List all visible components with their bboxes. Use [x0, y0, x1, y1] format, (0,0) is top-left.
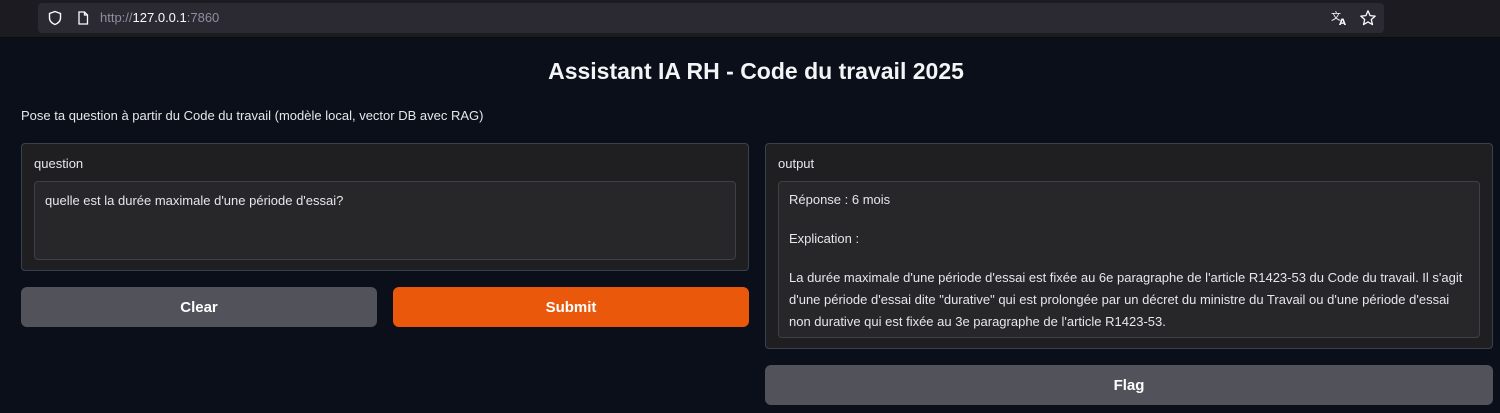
submit-button[interactable]: Submit [393, 287, 749, 327]
translate-icon[interactable]: 文 A [1330, 9, 1348, 27]
url-text: http://127.0.0.1:7860 [100, 10, 219, 25]
page-icon[interactable] [75, 10, 91, 26]
question-block: question quelle est la durée maximale d'… [21, 143, 749, 271]
url-port: :7860 [186, 10, 220, 25]
flag-button[interactable]: Flag [765, 365, 1493, 405]
output-label: output [778, 156, 815, 171]
address-bar[interactable]: http://127.0.0.1:7860 文 A [38, 3, 1384, 33]
app-container: Assistant IA RH - Code du travail 2025 P… [0, 38, 1500, 413]
question-label: question [34, 156, 84, 171]
output-explanation-heading: Explication : [789, 231, 860, 246]
question-input[interactable]: quelle est la durée maximale d'une pério… [34, 181, 736, 260]
star-icon[interactable] [1359, 9, 1377, 27]
svg-text:A: A [1339, 18, 1346, 27]
url-prefix: http:// [100, 10, 133, 25]
url-host: 127.0.0.1 [132, 10, 187, 25]
page-description: Pose ta question à partir du Code du tra… [21, 108, 484, 123]
clear-button[interactable]: Clear [21, 287, 377, 327]
page-title: Assistant IA RH - Code du travail 2025 [548, 58, 964, 84]
output-spacer [789, 211, 1469, 228]
output-block: output Réponse : 6 mois Explication : La… [765, 143, 1493, 349]
browser-toolbar: http://127.0.0.1:7860 文 A [0, 0, 1500, 38]
output-explanation-text: La durée maximale d'une période d'essai … [789, 270, 1463, 329]
output-textbox[interactable]: Réponse : 6 mois Explication : La durée … [778, 181, 1480, 338]
output-spacer [789, 250, 1469, 267]
shield-icon[interactable] [47, 10, 63, 26]
output-answer-line: Réponse : 6 mois [789, 192, 891, 207]
